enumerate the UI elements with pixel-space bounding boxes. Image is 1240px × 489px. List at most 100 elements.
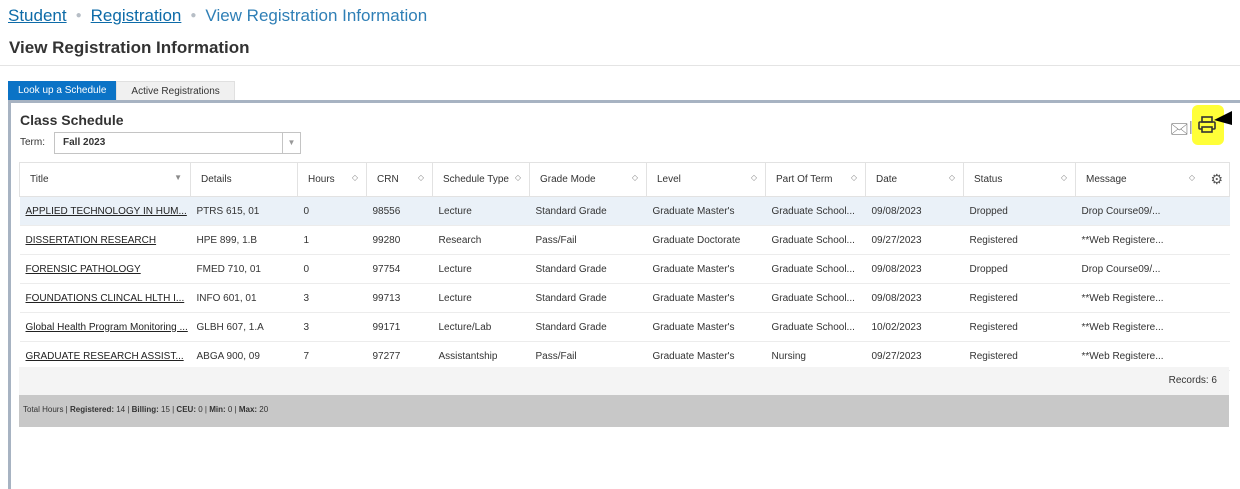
cell-date: 09/08/2023: [865, 254, 964, 284]
cell-message: Drop Course09/...: [1075, 254, 1230, 284]
cell-status: Dropped: [963, 254, 1076, 284]
cell-message: **Web Registere...: [1075, 225, 1230, 255]
sort-icon[interactable]: ◇: [1189, 173, 1195, 182]
total-hours-bar: Total Hours | Registered: 14 | Billing: …: [19, 395, 1229, 427]
term-select-value: Fall 2023: [63, 137, 106, 148]
cell-details: INFO 601, 01: [190, 283, 298, 313]
sort-icon[interactable]: ◇: [352, 173, 358, 182]
cell-hours: 3: [297, 283, 367, 313]
cell-message: Drop Course09/...: [1075, 196, 1230, 226]
cell-schedule-type: Lecture: [432, 283, 530, 313]
course-title-link[interactable]: FORENSIC PATHOLOGY: [19, 254, 191, 284]
table-row[interactable]: APPLIED TECHNOLOGY IN HUM... PTRS 615, 0…: [19, 196, 1230, 226]
cell-level: Graduate Doctorate: [646, 225, 766, 255]
breadcrumb: Student ● Registration ● View Registration I…: [8, 6, 427, 26]
cell-date: 09/08/2023: [865, 283, 964, 313]
registered-value: 14 |: [114, 405, 132, 414]
term-select[interactable]: Fall 2023 ▼: [54, 132, 301, 154]
breadcrumb-student-link[interactable]: Student: [8, 6, 67, 25]
cell-details: FMED 710, 01: [190, 254, 298, 284]
cell-crn: 99280: [366, 225, 433, 255]
sort-icon[interactable]: ◇: [632, 173, 638, 182]
cell-message: **Web Registere...: [1075, 283, 1230, 313]
term-label: Term:: [20, 137, 45, 148]
sort-icon[interactable]: ◇: [515, 173, 521, 182]
cell-details: HPE 899, 1.B: [190, 225, 298, 255]
cell-grade-mode: Standard Grade: [529, 254, 647, 284]
table-row[interactable]: DISSERTATION RESEARCH HPE 899, 1.B 1 992…: [19, 225, 1230, 255]
table-row[interactable]: Global Health Program Monitoring ... GLB…: [19, 312, 1230, 342]
cell-date: 10/02/2023: [865, 312, 964, 342]
course-title-link[interactable]: FOUNDATIONS CLINCAL HLTH I...: [19, 283, 191, 313]
toolbar-icons: 🖂 |: [1170, 105, 1232, 147]
column-header-status[interactable]: Status ◇: [963, 162, 1076, 197]
arrow-pointer-icon: [1214, 111, 1232, 125]
gear-icon[interactable]: ⚙: [1210, 171, 1223, 188]
cell-part-of-term: Graduate School...: [765, 312, 866, 342]
tab-active-registrations[interactable]: Active Registrations: [116, 81, 235, 100]
sort-desc-icon[interactable]: ▼: [174, 173, 182, 182]
email-icon[interactable]: 🖂: [1170, 118, 1189, 145]
tab-look-up-schedule[interactable]: Look up a Schedule: [8, 81, 117, 100]
billing-label: Billing:: [131, 405, 159, 414]
column-header-title[interactable]: Title ▼: [19, 162, 191, 197]
cell-schedule-type: Lecture: [432, 254, 530, 284]
table-row[interactable]: FORENSIC PATHOLOGY FMED 710, 01 0 97754 …: [19, 254, 1230, 284]
min-label: Min:: [209, 405, 226, 414]
billing-value: 15 |: [158, 405, 177, 414]
registered-label: Registered:: [69, 405, 114, 414]
column-header-part-of-term[interactable]: Part Of Term ◇: [765, 162, 866, 197]
breadcrumb-separator: ●: [190, 10, 197, 21]
cell-grade-mode: Standard Grade: [529, 196, 647, 226]
column-header-schedule-type[interactable]: Schedule Type ◇: [432, 162, 530, 197]
column-header-details: Details: [190, 162, 298, 197]
breadcrumb-current: View Registration Information: [205, 6, 428, 25]
cell-status: Registered: [963, 283, 1076, 313]
cell-crn: 98556: [366, 196, 433, 226]
max-label: Max:: [238, 405, 258, 414]
cell-date: 09/27/2023: [865, 225, 964, 255]
column-header-level[interactable]: Level ◇: [646, 162, 766, 197]
cell-message: **Web Registere...: [1075, 312, 1230, 342]
chevron-down-icon[interactable]: ▼: [282, 133, 300, 153]
cell-level: Graduate Master's: [646, 283, 766, 313]
cell-crn: 99713: [366, 283, 433, 313]
cell-grade-mode: Standard Grade: [529, 283, 647, 313]
section-title: Class Schedule: [20, 112, 124, 128]
cell-part-of-term: Graduate School...: [765, 196, 866, 226]
column-header-date[interactable]: Date ◇: [865, 162, 964, 197]
course-title-link[interactable]: APPLIED TECHNOLOGY IN HUM...: [19, 196, 191, 226]
icon-divider: |: [1189, 118, 1193, 134]
cell-level: Graduate Master's: [646, 312, 766, 342]
totals-prefix: Total Hours |: [23, 405, 70, 414]
cell-level: Graduate Master's: [646, 254, 766, 284]
schedule-table: Title ▼ Details Hours ◇ CRN ◇ Schedule Type…: [19, 162, 1230, 371]
cell-level: Graduate Master's: [646, 196, 766, 226]
sort-icon[interactable]: ◇: [751, 173, 757, 182]
cell-part-of-term: Graduate School...: [765, 254, 866, 284]
table-row[interactable]: FOUNDATIONS CLINCAL HLTH I... INFO 601, …: [19, 283, 1230, 313]
cell-grade-mode: Pass/Fail: [529, 225, 647, 255]
cell-status: Registered: [963, 225, 1076, 255]
sort-icon[interactable]: ◇: [949, 173, 955, 182]
sort-icon[interactable]: ◇: [851, 173, 857, 182]
cell-status: Registered: [963, 312, 1076, 342]
min-value: 0 |: [225, 405, 239, 414]
max-value: 20: [257, 405, 269, 414]
sort-icon[interactable]: ◇: [418, 173, 424, 182]
column-header-crn[interactable]: CRN ◇: [366, 162, 433, 197]
column-header-hours[interactable]: Hours ◇: [297, 162, 367, 197]
breadcrumb-registration-link[interactable]: Registration: [91, 6, 182, 25]
cell-date: 09/08/2023: [865, 196, 964, 226]
cell-status: Dropped: [963, 196, 1076, 226]
column-header-grade-mode[interactable]: Grade Mode ◇: [529, 162, 647, 197]
cell-hours: 1: [297, 225, 367, 255]
cell-part-of-term: Graduate School...: [765, 225, 866, 255]
course-title-link[interactable]: Global Health Program Monitoring ...: [19, 312, 191, 342]
sort-icon[interactable]: ◇: [1061, 173, 1067, 182]
cell-hours: 0: [297, 196, 367, 226]
course-title-link[interactable]: DISSERTATION RESEARCH: [19, 225, 191, 255]
column-header-message[interactable]: Message ◇ ⚙: [1075, 162, 1230, 197]
ceu-label: CEU:: [176, 405, 196, 414]
cell-hours: 0: [297, 254, 367, 284]
